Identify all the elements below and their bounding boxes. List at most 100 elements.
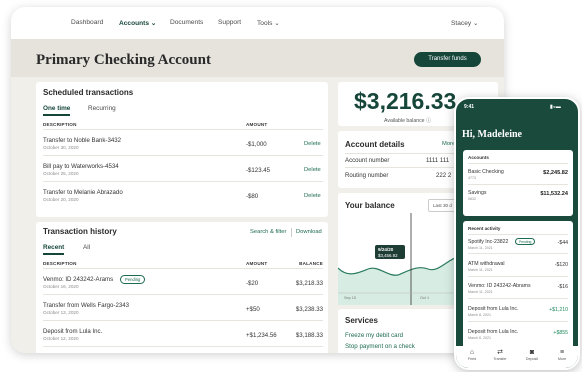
row-date: October 25, 2020 xyxy=(43,171,79,176)
phone-greeting: Hi, Madeleine xyxy=(462,129,522,140)
stop-payment-link[interactable]: Stop payment on a check xyxy=(345,343,415,350)
menu-icon: ≡ xyxy=(559,349,565,356)
divider xyxy=(468,234,568,235)
transfer-funds-button[interactable]: Transfer funds xyxy=(414,52,481,67)
activity-name: Spotify Inc-23822 xyxy=(468,239,509,245)
activity-name: Venmo: ID 243242-Abrams xyxy=(468,283,531,289)
phone-bottom-nav: ⌂ Feed ⇄ Transfer ◙ Deposit ≡ More xyxy=(456,346,578,368)
activity-date: March 8, 2021 xyxy=(468,313,491,317)
row-amount: -$20 xyxy=(246,280,259,287)
nav-dashboard[interactable]: Dashboard xyxy=(71,19,103,26)
activity-name: Deposit from Lula Inc. xyxy=(468,306,519,312)
row-date: October 12, 2020 xyxy=(43,336,79,341)
nav-documents[interactable]: Documents xyxy=(170,19,203,26)
history-title: Transaction history xyxy=(43,227,117,236)
row-date: October 13, 2020 xyxy=(43,310,79,315)
pending-badge: Pending xyxy=(515,238,536,245)
row-description: Transfer to Noble Bank-3432 xyxy=(43,137,122,144)
tab-one-time[interactable]: One time xyxy=(43,105,70,112)
col-amount: AMOUNT xyxy=(246,122,268,127)
tab-all[interactable]: All xyxy=(83,244,90,251)
tooltip-date: 9/24/20 xyxy=(378,247,394,252)
page-header: Primary Checking Account Transfer funds xyxy=(11,40,504,77)
account-name: Savings xyxy=(468,190,487,196)
your-balance-title: Your balance xyxy=(345,201,395,210)
nav-feed[interactable]: ⌂ Feed xyxy=(462,348,482,361)
account-number: 0832 xyxy=(468,197,476,201)
nav-more[interactable]: ≡ More xyxy=(552,348,572,361)
delete-link[interactable]: Delete xyxy=(304,141,321,147)
chevron-down-icon: ⌄ xyxy=(274,20,280,27)
row-amount: +$50 xyxy=(246,306,260,313)
activity-date: March 11, 2021 xyxy=(468,246,493,250)
row-description: Deposit from Lula Inc. xyxy=(43,328,103,335)
download-link[interactable]: Download xyxy=(296,229,322,235)
nav-tools[interactable]: Tools ⌄ xyxy=(257,19,280,27)
available-balance-label: Available balance ⓘ xyxy=(384,118,432,124)
search-filter-link[interactable]: Search & filter xyxy=(250,229,286,235)
activity-amount: -$16 xyxy=(557,284,568,290)
divider xyxy=(43,268,323,269)
delete-link[interactable]: Delete xyxy=(304,193,321,199)
row-balance: $3,218.33 xyxy=(295,280,323,287)
row-date: October 16, 2020 xyxy=(43,284,79,289)
tab-underline xyxy=(43,114,70,116)
tab-underline xyxy=(43,253,64,255)
divider xyxy=(468,276,568,277)
chevron-down-icon: ⌄ xyxy=(473,20,479,27)
status-icons: ▮◒▬ xyxy=(550,104,561,110)
scheduled-transactions-card: Scheduled transactions One time Recurrin… xyxy=(36,82,328,217)
x-tick-label: Oct 1 xyxy=(420,296,429,300)
status-time: 9:41 xyxy=(464,104,475,110)
range-select-value: Last 30 d xyxy=(433,203,452,208)
divider xyxy=(291,228,292,237)
nav-feed-label: Feed xyxy=(467,357,477,361)
transfer-icon: ⇄ xyxy=(497,349,503,356)
divider xyxy=(468,163,568,164)
nav-transfer-label: Transfer xyxy=(493,357,507,361)
scheduled-title: Scheduled transactions xyxy=(43,88,134,97)
chevron-down-icon: ⌄ xyxy=(150,20,157,27)
row-amount: -$1,000 xyxy=(246,141,267,148)
col-amount: AMOUNT xyxy=(246,261,268,266)
col-balance: BALANCE xyxy=(299,261,323,266)
nav-transfer[interactable]: ⇄ Transfer xyxy=(490,348,510,361)
account-number-value: 1111 111 xyxy=(426,157,450,164)
tooltip-value: $3,456.92 xyxy=(378,253,398,258)
transaction-history-card: Transaction history Search & filter Down… xyxy=(36,222,328,353)
activity-amount: +$1,210 xyxy=(549,307,568,313)
row-amount: -$80 xyxy=(246,193,259,200)
row-description: Transfer from Wells Fargo-2343 xyxy=(43,302,130,309)
divider xyxy=(43,129,323,130)
x-tick-label: Sep 15 xyxy=(344,296,356,300)
divider xyxy=(43,181,323,182)
divider xyxy=(43,346,323,347)
row-description: Transfer to Melanie Abrazado xyxy=(43,189,123,196)
activity-amount: -$44 xyxy=(557,240,568,246)
nav-deposit[interactable]: ◙ Deposit xyxy=(522,348,542,361)
activity-date: March 11, 2021 xyxy=(468,268,493,272)
col-description: DESCRIPTION xyxy=(43,122,77,127)
freeze-debit-card-link[interactable]: Freeze my debit card xyxy=(345,332,403,339)
nav-accounts[interactable]: Accounts ⌄ xyxy=(119,19,156,27)
activity-name: ATM withdrawal xyxy=(468,261,505,267)
battery-icon: ▬ xyxy=(555,104,561,110)
camera-icon: ◙ xyxy=(529,349,535,356)
row-description: Venmo: ID 243242-Arams xyxy=(43,276,114,283)
col-description: DESCRIPTION xyxy=(43,261,77,266)
tab-recent[interactable]: Recent xyxy=(43,244,64,251)
row-amount: -$123.45 xyxy=(246,167,271,174)
nav-deposit-label: Deposit xyxy=(525,357,539,361)
phone-activity-card: Recent activity Spotify Inc-23822 Pendin… xyxy=(463,221,573,349)
activity-amount: +$855 xyxy=(553,330,568,336)
tab-recurring[interactable]: Recurring xyxy=(88,105,116,112)
activity-date: March 6, 2021 xyxy=(468,336,491,340)
user-menu[interactable]: Stacey ⌄ xyxy=(451,19,479,27)
divider xyxy=(468,253,568,254)
nav-support[interactable]: Support xyxy=(218,19,241,26)
row-date: October 30, 2020 xyxy=(43,145,79,150)
delete-link[interactable]: Delete xyxy=(304,167,321,173)
account-details-title: Account details xyxy=(345,140,405,149)
available-balance-amount: $3,216.33 xyxy=(354,88,457,114)
top-navigation: Dashboard Accounts ⌄ Documents Support T… xyxy=(11,7,504,40)
